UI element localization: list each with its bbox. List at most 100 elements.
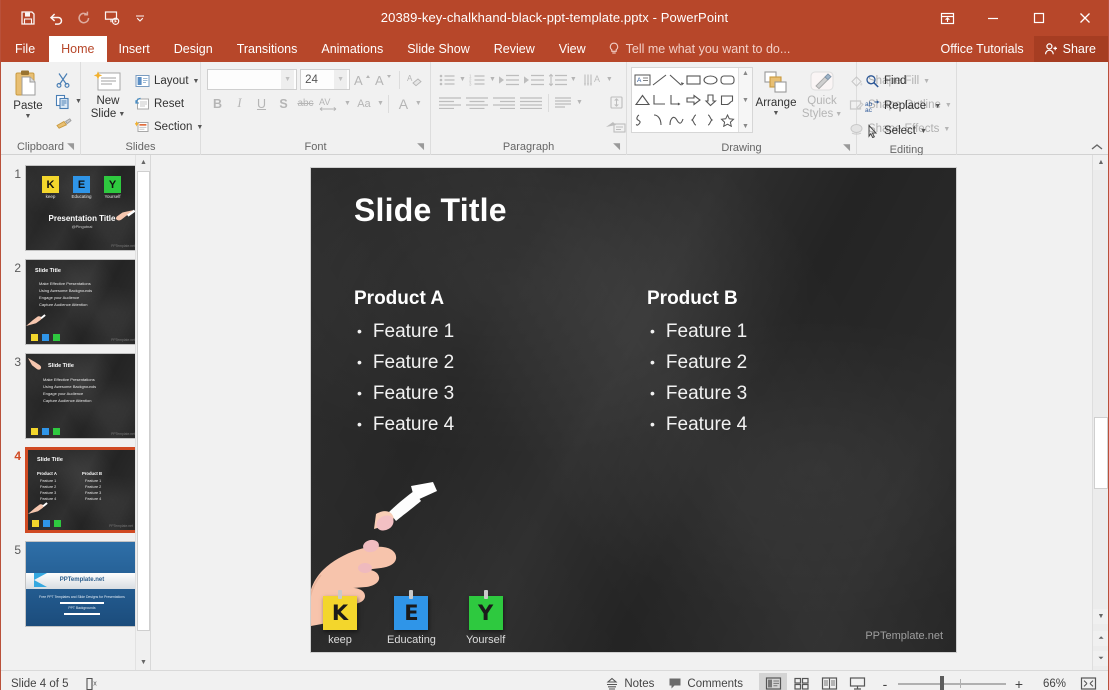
editor-scroll-down-icon[interactable]: ▼ [1093, 609, 1108, 624]
thumbnail-preview[interactable]: K keep E Educating Y Yourself Presentati… [25, 165, 139, 251]
quick-styles-button[interactable]: Quick Styles ▼ [799, 67, 845, 121]
format-painter-button[interactable] [51, 113, 75, 134]
shape-down-arrow-icon[interactable] [702, 90, 719, 110]
align-right-button[interactable] [491, 92, 517, 113]
strikethrough-button[interactable]: abc [295, 93, 316, 114]
tab-view[interactable]: View [547, 36, 598, 62]
character-spacing-chevron-down-icon[interactable]: ▼ [344, 100, 351, 107]
shape-elbow-connector-icon[interactable] [651, 90, 668, 110]
character-spacing-button[interactable]: AV [317, 93, 343, 114]
decrease-indent-button[interactable] [497, 69, 521, 90]
gallery-scroll-up-icon[interactable]: ▲ [742, 70, 749, 77]
thumbnail-scrollbar-thumb[interactable] [137, 171, 150, 631]
gallery-scroll-down-icon[interactable]: ▼ [742, 97, 749, 104]
reading-view-button[interactable] [815, 673, 843, 690]
select-chevron-down-icon[interactable]: ▼ [920, 128, 927, 135]
select-button[interactable]: Select ▼ [861, 120, 945, 142]
minimize-icon[interactable] [970, 0, 1016, 36]
replace-button[interactable]: ab ac Replace ▼ [861, 95, 945, 117]
line-spacing-button[interactable] [547, 69, 569, 90]
font-color-button[interactable]: A [393, 93, 414, 114]
font-color-chevron-down-icon[interactable]: ▼ [415, 100, 422, 107]
convert-to-smartart-button[interactable] [603, 115, 629, 136]
text-shadow-button[interactable]: S [273, 93, 294, 114]
thumbnail-slide-1[interactable]: 1 K keep E Educating Y Yourself Presenta… [1, 161, 150, 255]
thumbnail-preview[interactable]: Slide Title Make Effective Presentations… [25, 259, 139, 345]
gallery-more-icon[interactable]: ▼ [742, 123, 749, 130]
shape-line-icon[interactable] [651, 70, 668, 90]
tab-insert[interactable]: Insert [107, 36, 162, 62]
zoom-slider-handle[interactable] [940, 675, 944, 690]
align-center-button[interactable] [464, 92, 490, 113]
paragraph-dialog-launcher-icon[interactable]: ◥ [613, 138, 620, 154]
shape-star-icon[interactable] [719, 110, 736, 130]
thumbnail-preview[interactable]: Slide Title Make Effective Presentations… [25, 353, 139, 439]
numbering-chevron-down-icon[interactable]: ▼ [489, 76, 496, 83]
tab-design[interactable]: Design [162, 36, 225, 62]
zoom-slider[interactable] [898, 675, 1006, 690]
fit-to-window-icon[interactable] [1074, 673, 1102, 690]
collapse-ribbon-icon[interactable] [1090, 142, 1104, 152]
normal-view-button[interactable] [759, 672, 787, 690]
next-slide-icon[interactable]: ⏷ [1093, 651, 1108, 666]
comments-button[interactable]: Comments [662, 675, 749, 690]
slide-column-a[interactable]: Product A • Feature 1 • Feature 2 • Feature… [354, 288, 454, 440]
font-size-combo[interactable]: 24 ▼ [300, 69, 351, 90]
tab-file[interactable]: File [1, 36, 50, 62]
account-name[interactable]: Office Tutorials [931, 36, 1034, 62]
align-text-button[interactable] [606, 92, 629, 113]
thumbnail-slide-2[interactable]: 2 Slide Title Make Effective Presentatio… [1, 255, 150, 349]
paste-button[interactable]: Paste ▼ [5, 67, 51, 120]
thumbnail-slide-5[interactable]: 5 PPTemplate.net Free PPT Templates and … [1, 537, 150, 631]
editor-scrollbar-thumb[interactable] [1094, 417, 1108, 489]
text-direction-button[interactable]: A [582, 69, 605, 90]
layout-chevron-down-icon[interactable]: ▼ [193, 78, 200, 85]
shape-oval-icon[interactable] [702, 70, 719, 90]
increase-indent-button[interactable] [522, 69, 546, 90]
section-button[interactable]: Section ▼ [131, 116, 207, 138]
columns-chevron-down-icon[interactable]: ▼ [576, 99, 583, 106]
italic-button[interactable]: I [229, 93, 250, 114]
reset-button[interactable]: Reset [131, 93, 207, 115]
underline-button[interactable]: U [251, 93, 272, 114]
align-left-button[interactable] [437, 92, 463, 113]
thumbnail-slide-4[interactable]: 4 Slide Title Product A Feature 1 Featur… [1, 443, 150, 537]
thumbnail-pane-scrollbar[interactable]: ▲ ▼ [135, 155, 150, 670]
shape-scribble-icon[interactable] [634, 110, 651, 130]
drawing-dialog-launcher-icon[interactable]: ◥ [843, 139, 850, 155]
shape-elbow-arrow-icon[interactable] [668, 90, 685, 110]
shape-rounded-rectangle-icon[interactable] [719, 70, 736, 90]
tab-review[interactable]: Review [482, 36, 547, 62]
text-direction-chevron-down-icon[interactable]: ▼ [606, 76, 613, 83]
spelling-icon[interactable]: x [85, 677, 101, 690]
copy-button[interactable] [51, 91, 75, 112]
shape-textbox-icon[interactable]: A [634, 70, 651, 90]
decrease-font-size-button[interactable]: A [374, 69, 392, 90]
clear-formatting-button[interactable]: A [406, 69, 424, 90]
tab-slide-show[interactable]: Slide Show [395, 36, 482, 62]
slide-show-view-button[interactable] [843, 673, 871, 690]
thumbnail-scroll-up-icon[interactable]: ▲ [136, 155, 150, 170]
zoom-percent[interactable]: 66% [1032, 678, 1066, 690]
thumbnail-slide-3[interactable]: 3 Slide Title Make Effective Presentatio… [1, 349, 150, 443]
thumbnail-preview[interactable]: Slide Title Product A Feature 1 Feature … [25, 447, 139, 533]
shape-right-brace-icon[interactable] [702, 110, 719, 130]
thumbnail-preview[interactable]: PPTemplate.net Free PPT Templates and Sl… [25, 541, 139, 627]
arrange-button[interactable]: Arrange ▼ [753, 67, 799, 117]
numbering-button[interactable]: 123 [467, 69, 488, 90]
arrange-chevron-down-icon[interactable]: ▼ [773, 110, 780, 117]
bullets-chevron-down-icon[interactable]: ▼ [459, 76, 466, 83]
ribbon-display-options-icon[interactable] [924, 0, 970, 36]
zoom-out-button[interactable]: - [879, 676, 891, 690]
shapes-gallery-scrollbar[interactable]: ▲ ▼ ▼ [738, 68, 752, 132]
slide-title[interactable]: Slide Title [354, 192, 507, 229]
shape-curve-icon[interactable] [651, 110, 668, 130]
cut-button[interactable] [51, 69, 75, 90]
tab-animations[interactable]: Animations [309, 36, 395, 62]
tell-me-search[interactable]: Tell me what you want to do... [598, 36, 801, 62]
zoom-in-button[interactable]: + [1013, 676, 1025, 690]
change-case-chevron-down-icon[interactable]: ▼ [377, 100, 384, 107]
thumbnail-scroll-down-icon[interactable]: ▼ [136, 655, 150, 670]
new-slide-chevron-down-icon[interactable]: ▼ [118, 111, 125, 118]
restore-icon[interactable] [1016, 0, 1062, 36]
